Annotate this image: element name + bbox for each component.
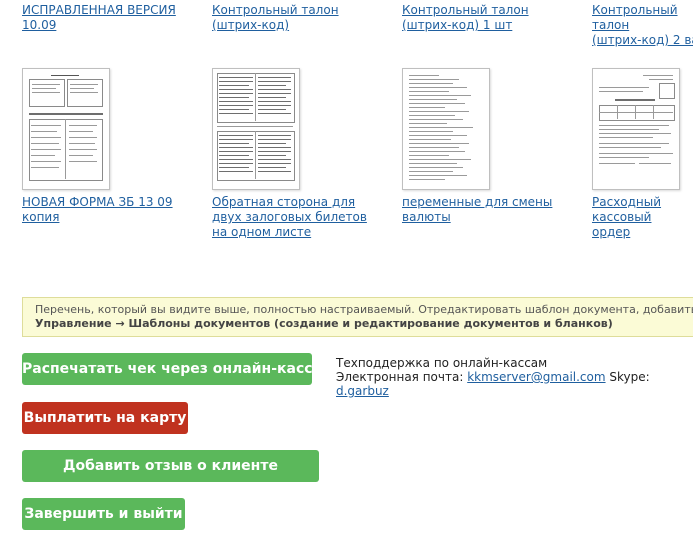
document-thumbnail-reverse-side[interactable] <box>212 68 300 190</box>
doc-link-barcode-stub-2[interactable]: Контрольный талон (штрих-код) 2 вар <box>592 3 693 48</box>
templates-notice: Перечень, который вы видите выше, полнос… <box>22 297 693 337</box>
notice-text: Перечень, который вы видите выше, полнос… <box>35 303 693 316</box>
support-contacts: Электронная почта: kkmserver@gmail.com S… <box>336 370 693 398</box>
doc-link-corrected-version[interactable]: ИСПРАВЛЕННАЯ ВЕРСИЯ 10.09 <box>22 3 176 33</box>
doc-link-new-form[interactable]: НОВАЯ ФОРМА ЗБ 13 09 копия <box>22 195 173 225</box>
doc-link-currency-vars[interactable]: переменные для смены валюты <box>402 195 552 225</box>
email-label: Электронная почта: <box>336 370 464 384</box>
notice-templates-path: Управление → Шаблоны документов (создани… <box>35 317 613 330</box>
finish-and-exit-button[interactable]: Завершить и выйти <box>22 498 185 530</box>
support-title: Техподдержка по онлайн-кассам <box>336 356 548 370</box>
skype-label: Skype: <box>609 370 650 384</box>
document-thumbnail-cash-order[interactable] <box>592 68 680 190</box>
support-email-link[interactable]: kkmserver@gmail.com <box>467 370 605 384</box>
doc-link-barcode-stub-1[interactable]: Контрольный талон (штрих-код) 1 шт <box>402 3 529 33</box>
doc-link-cash-order[interactable]: Расходный кассовый ордер <box>592 195 693 240</box>
support-info: Техподдержка по онлайн-кассам Электронна… <box>336 356 693 398</box>
document-thumbnail-new-form[interactable] <box>22 68 110 190</box>
pay-to-card-button[interactable]: Выплатить на карту <box>22 402 188 434</box>
doc-link-reverse-side[interactable]: Обратная сторона для двух залоговых биле… <box>212 195 367 240</box>
print-receipt-button[interactable]: Распечатать чек через онлайн-кассу <box>22 353 322 385</box>
doc-link-barcode-stub[interactable]: Контрольный талон (штрих-код) <box>212 3 339 33</box>
support-skype-link[interactable]: d.garbuz <box>336 384 389 398</box>
document-thumbnail-currency-vars[interactable] <box>402 68 490 190</box>
add-client-review-button[interactable]: Добавить отзыв о клиенте <box>22 450 319 482</box>
